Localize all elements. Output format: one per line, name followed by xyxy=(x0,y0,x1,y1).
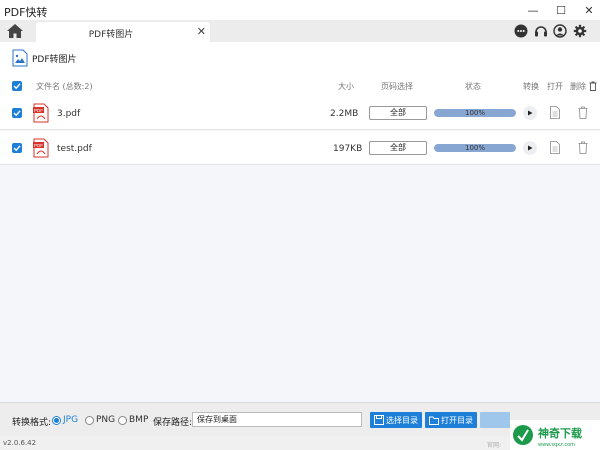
page-header: PDF转图片 xyxy=(12,48,77,68)
watermark: 神奇下载 www.sqxz.com xyxy=(510,420,600,450)
minimize-button[interactable]: — xyxy=(524,2,542,18)
convert-button[interactable] xyxy=(523,141,537,155)
website-label: 官网: xyxy=(487,442,502,449)
headset-icon[interactable] xyxy=(534,24,548,38)
radio-icon xyxy=(118,415,127,425)
table-row[interactable]: PDF 3.pdf 2.2MB 全部 100% xyxy=(0,96,600,130)
user-icon[interactable] xyxy=(553,24,567,38)
svg-text:PDF: PDF xyxy=(34,108,43,113)
path-label: 保存路径: xyxy=(153,418,193,428)
app-title: PDF快转 xyxy=(4,6,48,19)
progress-text: 100% xyxy=(464,144,485,152)
file-name: 3.pdf xyxy=(57,109,81,119)
watermark-text: 神奇下载 xyxy=(538,426,582,440)
page-title: PDF转图片 xyxy=(32,54,77,65)
format-option: BMP xyxy=(129,415,149,425)
column-open: 打开 xyxy=(547,82,563,91)
format-option: PNG xyxy=(96,415,116,425)
format-radio-png[interactable]: PNG xyxy=(85,415,115,425)
file-name: test.pdf xyxy=(57,144,92,154)
watermark-logo: 神奇下载 www.sqxz.com xyxy=(513,425,582,448)
version-label: v2.0.6.42 xyxy=(3,439,37,447)
watermark-url: www.sqxz.com xyxy=(538,442,575,448)
maximize-button[interactable]: ☐ xyxy=(552,2,570,18)
close-button[interactable]: ✕ xyxy=(580,2,598,18)
row-checkbox[interactable] xyxy=(12,143,22,153)
table-header: 文件名 (总数:2) 大小 页码选择 状态 转换 打开 删除 xyxy=(0,76,600,96)
radio-icon xyxy=(85,415,94,425)
gear-icon[interactable] xyxy=(573,24,587,38)
pdf-file-icon: PDF xyxy=(33,138,49,158)
column-pages: 页码选择 xyxy=(381,82,413,91)
select-all-checkbox[interactable] xyxy=(12,81,22,91)
pdf-file-icon: PDF xyxy=(33,103,49,123)
play-icon xyxy=(528,145,533,151)
radio-selected-icon xyxy=(52,415,61,425)
column-name: 文件名 (总数:2) xyxy=(36,82,93,91)
row-checkbox[interactable] xyxy=(12,108,22,118)
svg-text:PDF: PDF xyxy=(34,143,43,148)
format-option: JPG xyxy=(63,415,79,425)
column-size: 大小 xyxy=(338,82,354,91)
choose-dir-label: 选择目录 xyxy=(386,415,418,425)
delete-all-icon[interactable] xyxy=(589,81,597,91)
trash-icon[interactable] xyxy=(578,106,588,119)
image-file-icon xyxy=(12,49,28,67)
file-size: 2.2MB xyxy=(330,109,359,119)
format-radio-jpg[interactable]: JPG xyxy=(52,415,78,425)
table-row[interactable]: PDF test.pdf 197KB 全部 100% xyxy=(0,131,600,165)
column-convert: 转换 xyxy=(523,82,539,91)
chat-icon[interactable] xyxy=(514,24,528,38)
title-bar: PDF快转 — ☐ ✕ xyxy=(0,0,600,20)
convert-button[interactable] xyxy=(523,106,537,120)
column-delete: 删除 xyxy=(570,82,586,91)
file-list: 文件名 (总数:2) 大小 页码选择 状态 转换 打开 删除 PDF 3.pdf… xyxy=(0,76,600,402)
tab-close-icon[interactable]: ✕ xyxy=(197,25,206,38)
open-file-icon[interactable] xyxy=(550,141,560,154)
save-dir-icon xyxy=(374,415,384,425)
open-file-icon[interactable] xyxy=(550,106,560,119)
open-dir-label: 打开目录 xyxy=(441,415,473,425)
format-radio-bmp[interactable]: BMP xyxy=(118,415,148,425)
tab-bar: PDF转图片 ✕ xyxy=(0,20,600,42)
play-icon xyxy=(528,110,533,116)
home-icon[interactable] xyxy=(6,23,24,39)
page-choice-button[interactable]: 全部 xyxy=(369,141,427,155)
progress-text: 100% xyxy=(464,109,485,117)
file-size: 197KB xyxy=(333,144,363,154)
choose-dir-button[interactable]: 选择目录 xyxy=(370,412,422,428)
tab-pdf-to-image[interactable]: PDF转图片 ✕ xyxy=(36,22,210,42)
page-choice-button[interactable]: 全部 xyxy=(369,106,427,120)
format-label: 转换格式: xyxy=(12,418,52,428)
column-status: 状态 xyxy=(465,82,481,91)
tab-label: PDF转图片 xyxy=(88,30,134,40)
open-dir-button[interactable]: 打开目录 xyxy=(425,412,477,428)
folder-icon xyxy=(429,416,439,425)
save-path-input[interactable]: 保存到桌面 xyxy=(192,412,362,427)
start-convert-button[interactable] xyxy=(480,412,510,428)
trash-icon[interactable] xyxy=(578,141,588,154)
